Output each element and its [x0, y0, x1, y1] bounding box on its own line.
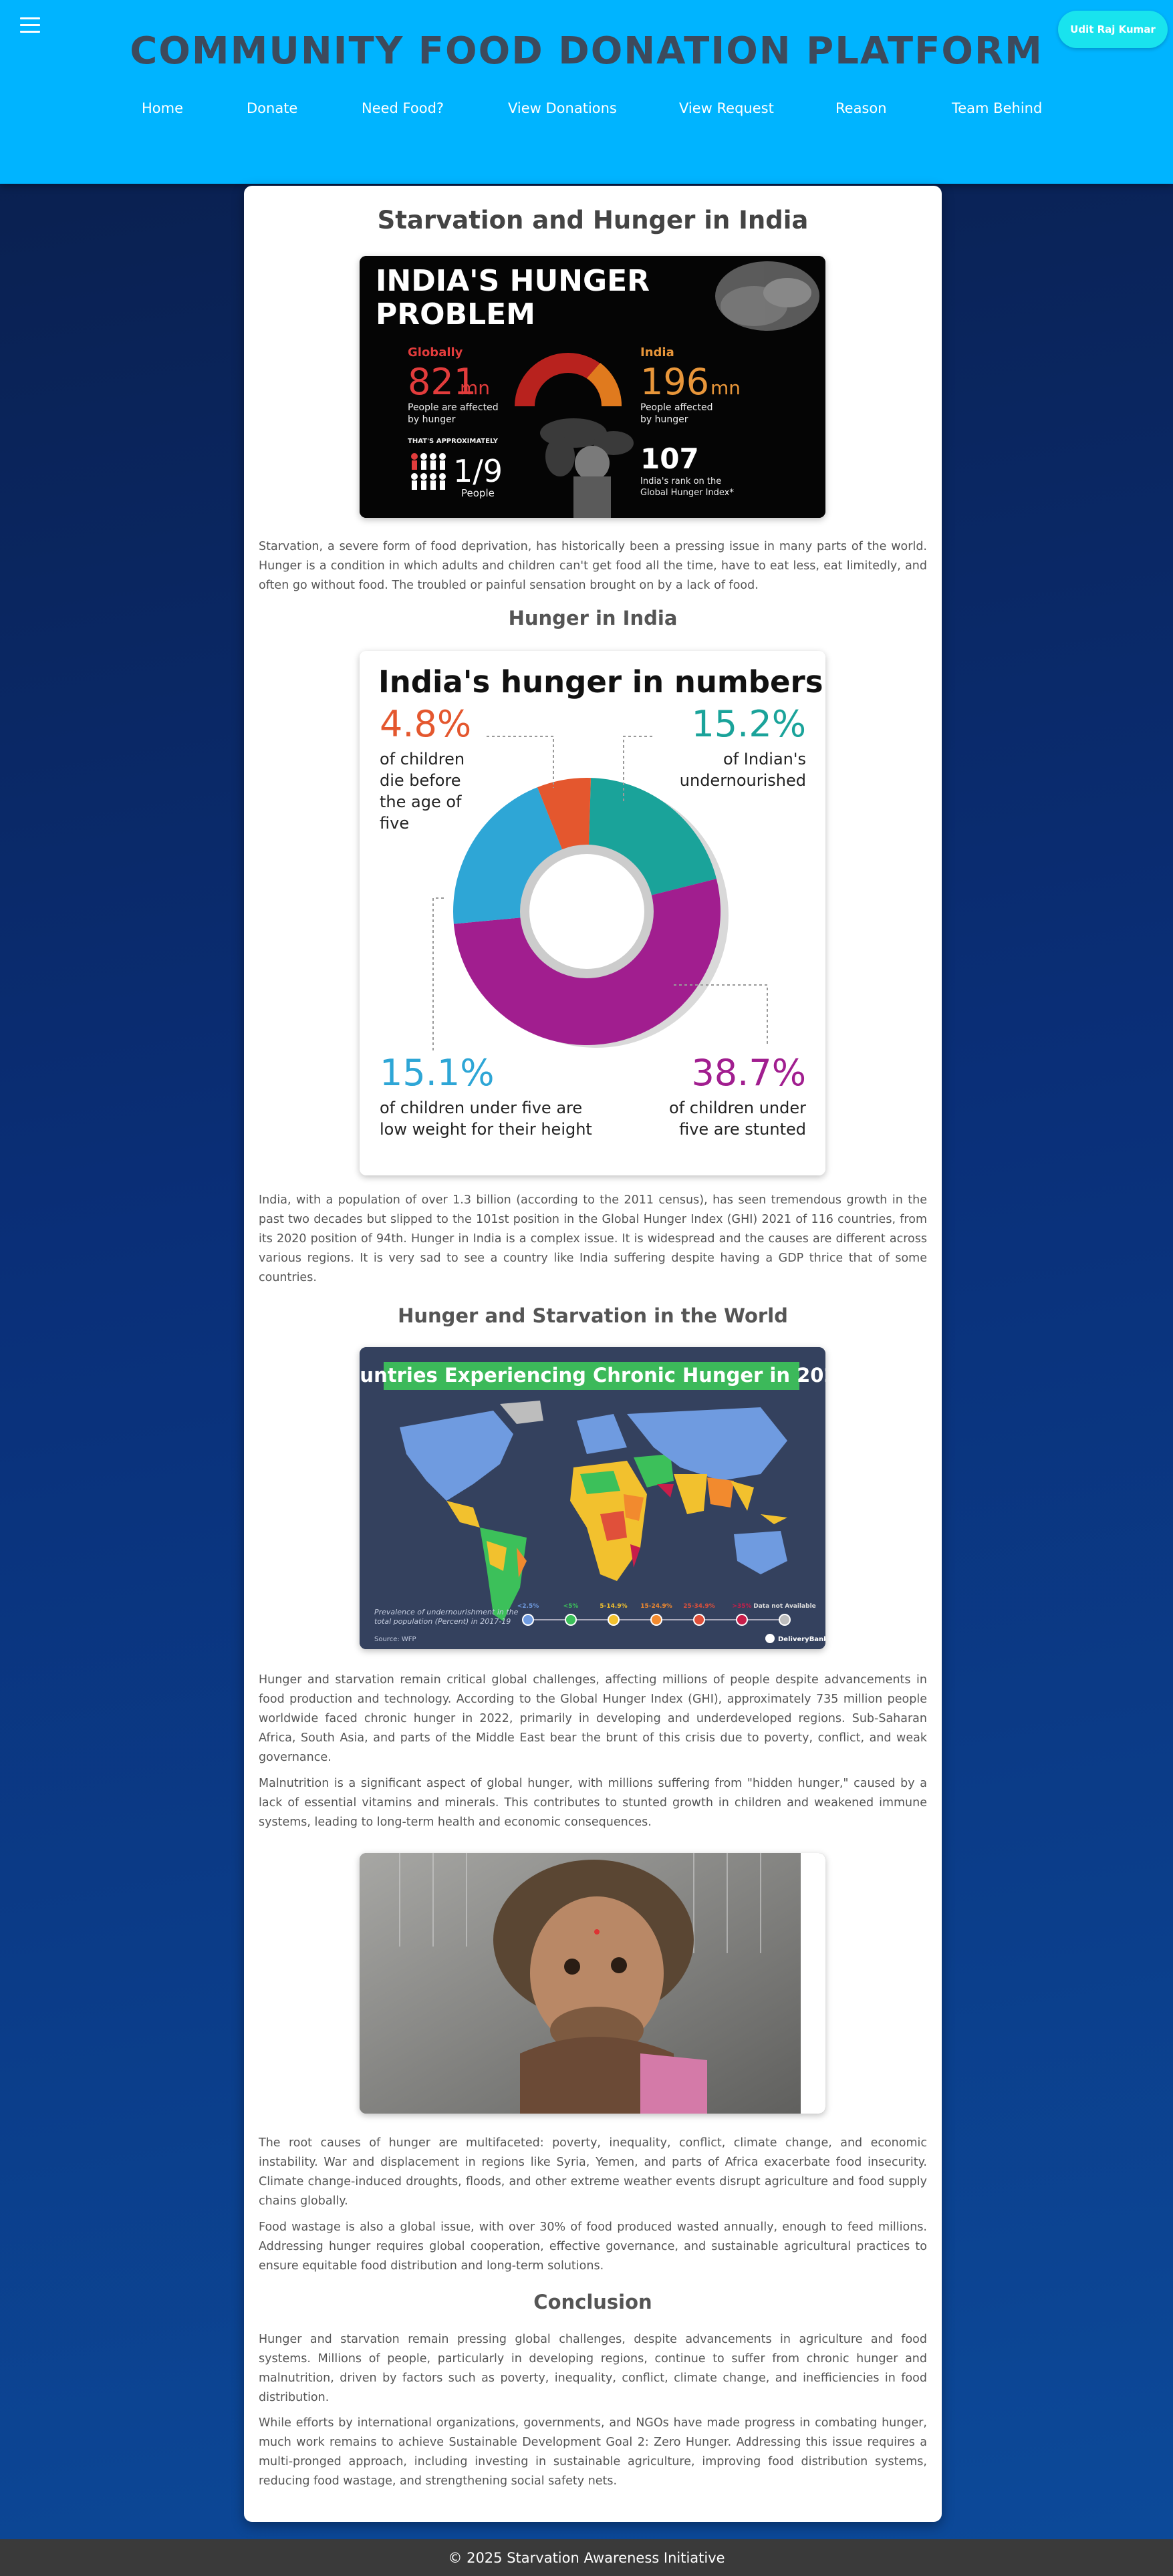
stat2-value: 15.2% [691, 703, 806, 745]
nav-donate[interactable]: Donate [247, 100, 297, 116]
svg-text:People: People [461, 487, 495, 499]
nav-home[interactable]: Home [142, 100, 183, 116]
svg-text:undernourished: undernourished [680, 771, 806, 790]
legend-swatch-2 [608, 1614, 620, 1626]
legend-label-0: <2.5% [517, 1603, 539, 1610]
svg-text:THAT'S APPROXIMATELY: THAT'S APPROXIMATELY [408, 438, 499, 445]
legend-swatch-6 [779, 1614, 791, 1626]
svg-text:1/9: 1/9 [453, 453, 503, 489]
intro-paragraph: Starvation, a severe form of food depriv… [259, 540, 927, 592]
svg-text:by hunger: by hunger [640, 414, 688, 425]
malnutrition-paragraph: Malnutrition is a significant aspect of … [259, 1777, 927, 1829]
svg-text:People affected: People affected [640, 402, 713, 413]
chart-title: India's hunger in numbers [378, 664, 823, 700]
nav-need-food[interactable]: Need Food? [362, 100, 444, 116]
svg-text:Global Hunger Index*: Global Hunger Index* [640, 488, 734, 498]
site-header: Udit Raj Kumar COMMUNITY FOOD DONATION P… [0, 0, 1173, 184]
svg-text:India's rank on the: India's rank on the [640, 476, 721, 486]
hands-illustration [715, 261, 819, 331]
legend-swatch-4 [693, 1614, 705, 1626]
stat4-value: 38.7% [691, 1052, 806, 1094]
main-navigation: Home Donate Need Food? View Donations Vi… [0, 100, 1173, 120]
svg-text:196: 196 [640, 361, 709, 403]
conclusion-paragraph-1: Hunger and starvation remain pressing gl… [259, 2333, 927, 2404]
svg-text:Globally: Globally [408, 345, 463, 360]
infographic-heading-2: PROBLEM [376, 297, 535, 331]
site-title: COMMUNITY FOOD DONATION PLATFORM [130, 29, 1043, 73]
svg-text:the age of: the age of [380, 793, 462, 811]
footer-copyright: © 2025 Starvation Awareness Initiative [448, 2549, 725, 2566]
svg-text:by hunger: by hunger [408, 414, 456, 425]
section-heading-world: Hunger and Starvation in the World [398, 1304, 788, 1327]
section-heading-india: Hunger in India [508, 607, 678, 629]
food-wastage-paragraph: Food wastage is also a global issue, wit… [259, 2221, 927, 2273]
svg-text:of children under five are: of children under five are [380, 1099, 582, 1117]
section-heading-conclusion: Conclusion [533, 2291, 652, 2313]
conclusion-paragraph-2: While efforts by international organizat… [259, 2416, 927, 2488]
donut-hole [520, 845, 654, 978]
nav-team-behind[interactable]: Team Behind [952, 100, 1042, 116]
nav-view-donations[interactable]: View Donations [508, 100, 617, 116]
india-hunger-infographic: INDIA'S HUNGER PROBLEM Globally 821 mn P… [360, 256, 825, 518]
child-silhouette [573, 446, 611, 518]
legend-swatch-1 [565, 1614, 577, 1626]
legend-label-4: 25-34.9% [683, 1603, 714, 1610]
svg-text:five: five [380, 814, 409, 833]
legend-swatch-3 [650, 1614, 662, 1626]
site-footer: © 2025 Starvation Awareness Initiative [0, 2539, 1173, 2576]
legend-swatch-5 [736, 1614, 748, 1626]
brand-logo: DeliveryBank [778, 1636, 825, 1643]
svg-text:low weight for their height: low weight for their height [380, 1120, 592, 1139]
infographic-heading-1: INDIA'S HUNGER [376, 264, 650, 298]
legend-swatch-0 [522, 1614, 534, 1626]
legend-label-3: 15-24.9% [640, 1603, 672, 1610]
svg-text:of Indian's: of Indian's [723, 750, 806, 768]
page-title: Starvation and Hunger in India [377, 206, 809, 235]
root-causes-paragraph: The root causes of hunger are multifacet… [259, 2136, 927, 2208]
svg-text:Prevalence of undernourishment: Prevalence of undernourishment in the [374, 1608, 519, 1616]
svg-text:People are affected: People are affected [408, 402, 499, 413]
svg-text:Source: WFP: Source: WFP [374, 1636, 416, 1643]
stat1-value: 4.8% [380, 703, 471, 745]
hungry-child-photo [360, 1853, 825, 2114]
map-title: Countries Experiencing Chronic Hunger in… [360, 1364, 825, 1387]
legend-label-2: 5-14.9% [600, 1603, 627, 1610]
world-hunger-map: Countries Experiencing Chronic Hunger in… [360, 1347, 825, 1649]
svg-text:die before: die before [380, 771, 461, 790]
nav-view-request[interactable]: View Request [679, 100, 774, 116]
legend-label-1: <5% [563, 1603, 579, 1610]
legend-label-5: >35% [732, 1603, 751, 1610]
india-paragraph: India, with a population of over 1.3 bil… [259, 1193, 927, 1284]
nav-reason[interactable]: Reason [835, 100, 887, 116]
svg-text:mn: mn [710, 377, 741, 399]
svg-text:mn: mn [460, 377, 490, 399]
svg-text:of children under: of children under [669, 1099, 806, 1117]
world-paragraph: Hunger and starvation remain critical gl… [259, 1673, 927, 1764]
svg-text:total population (Percent) in: total population (Percent) in 2017-19 [374, 1617, 511, 1626]
legend-label-6: Data not Available [753, 1603, 816, 1610]
stat3-value: 15.1% [380, 1052, 495, 1094]
svg-text:India: India [640, 345, 674, 360]
india-hunger-numbers-chart: India's hunger in numbers 4.8% of childr… [360, 651, 825, 1175]
svg-text:of children: of children [380, 750, 465, 768]
content-card: Starvation and Hunger in India INDIA'S H… [244, 186, 942, 2522]
svg-text:five are stunted: five are stunted [679, 1120, 806, 1139]
svg-text:107: 107 [640, 442, 699, 475]
